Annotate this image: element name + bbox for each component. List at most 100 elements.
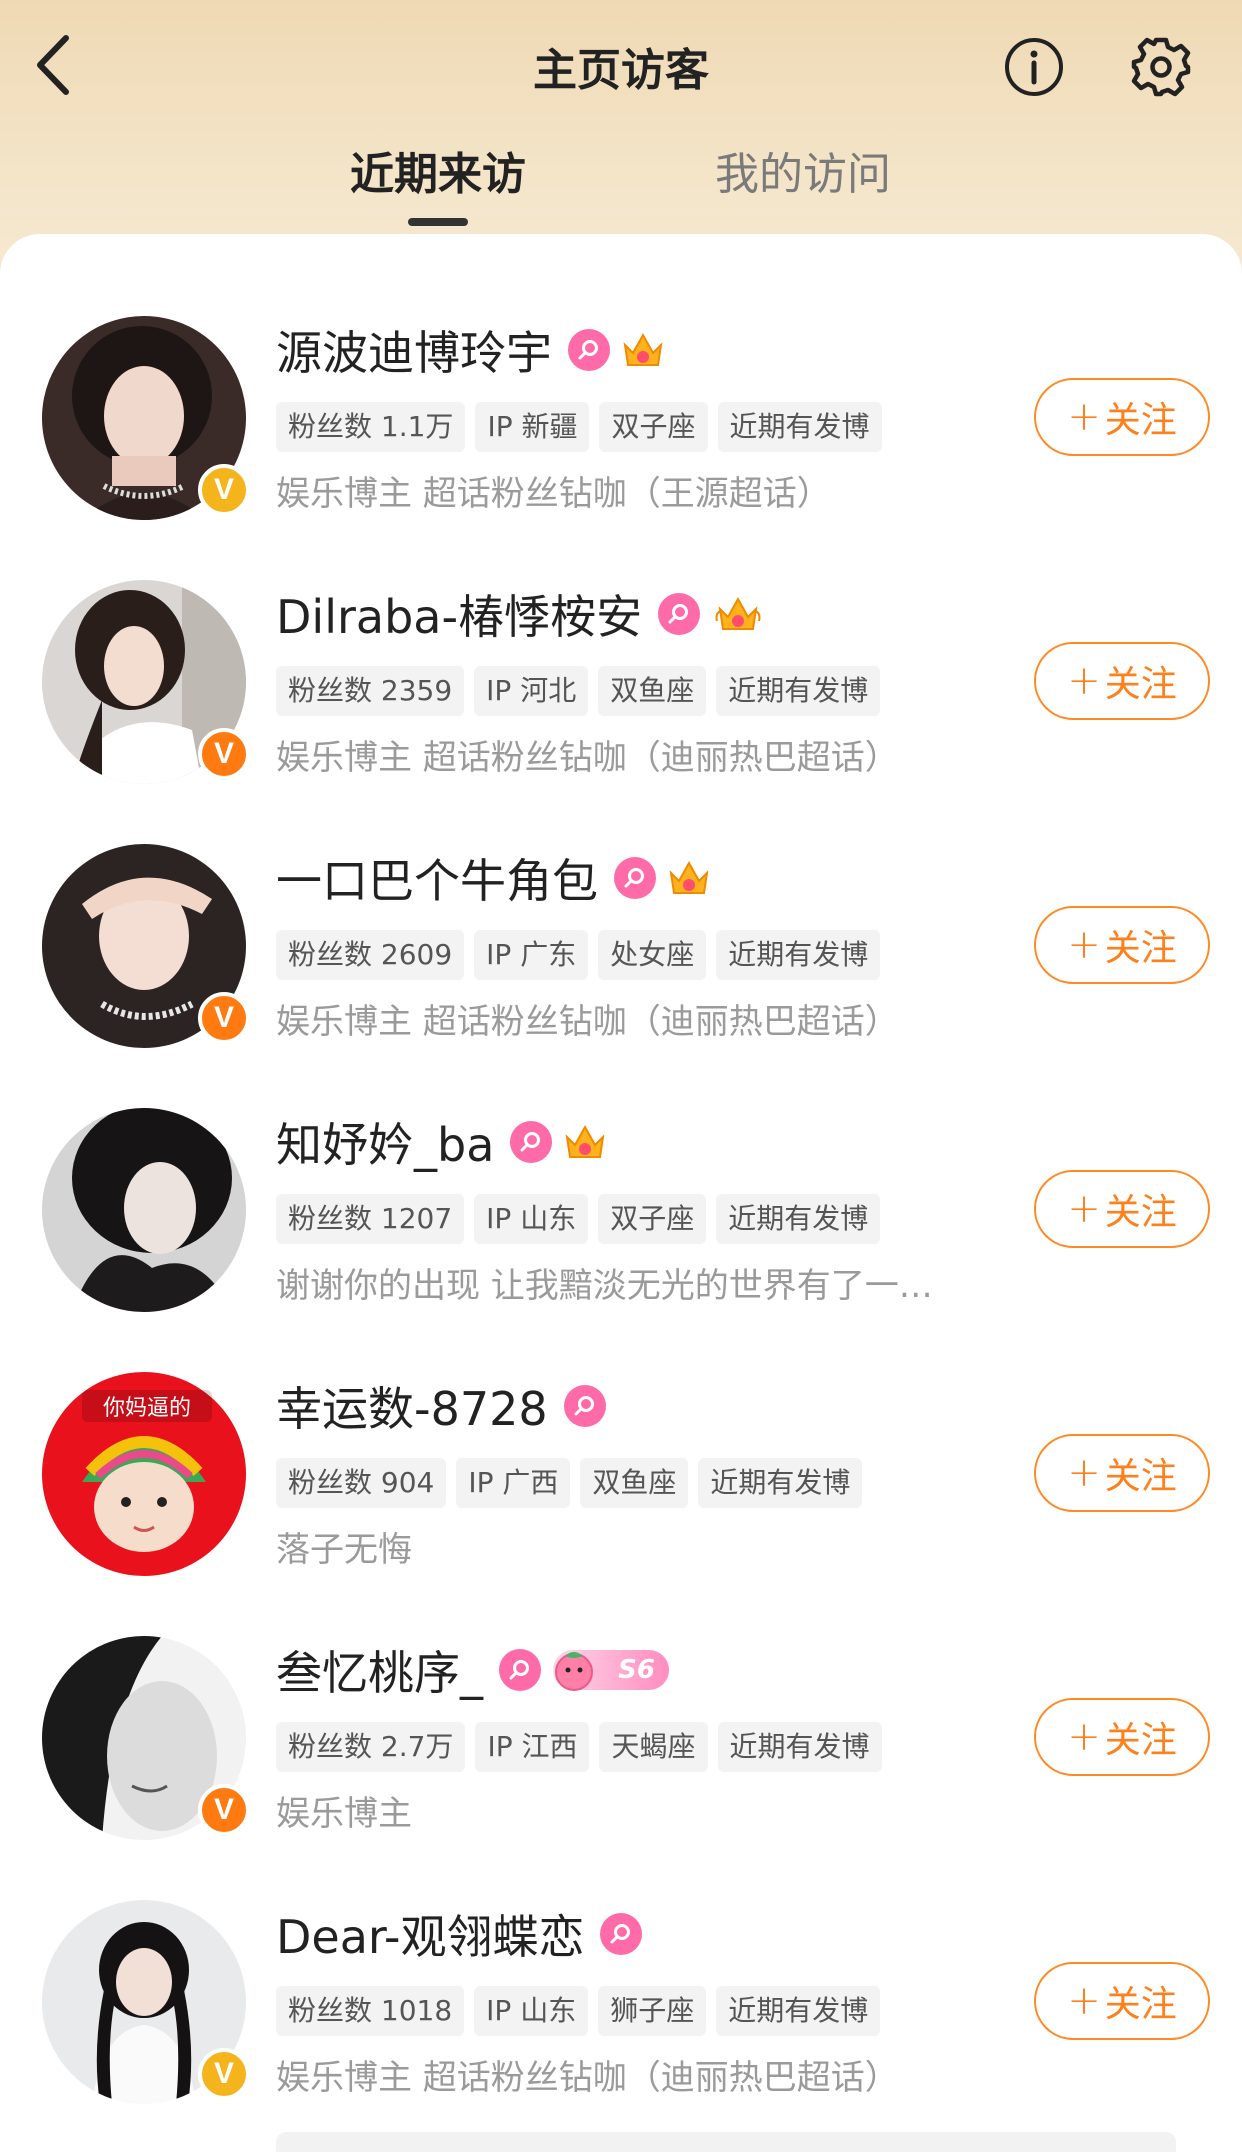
visitor-name[interactable]: 知妤妗_ba <box>276 1109 494 1175</box>
tag-ip: IP 山东 <box>474 1194 589 1244</box>
tag-recent-post: 近期有发博 <box>716 1194 881 1244</box>
level-badge: S6 <box>553 1650 669 1691</box>
female-icon <box>614 857 656 899</box>
tab-my-visits[interactable]: 我的访问 <box>715 138 891 202</box>
crown-icon <box>669 860 709 894</box>
visitor-row[interactable]: V 叁忆桃序_ S6 粉丝数 2.7万 IP 江西 天蝎座 近期有发博 娱乐博主… <box>0 1554 1242 1840</box>
tag-ip: IP 山东 <box>474 1986 589 2036</box>
nav-bar: 主页访客 <box>0 0 1242 130</box>
tag-zodiac: 处女座 <box>598 930 707 980</box>
avatar-container[interactable]: V <box>42 316 250 520</box>
tag-ip: IP 河北 <box>474 666 589 716</box>
avatar-container[interactable]: V <box>42 580 250 784</box>
female-icon <box>510 1121 553 1163</box>
visitor-tags: 粉丝数 1207 IP 山东 双子座 近期有发博 <box>276 1194 890 1244</box>
follow-label: 关注 <box>1104 928 1177 969</box>
visitor-row[interactable]: 你妈逼的 幸运数-8728 粉丝数 904 IP 广西 双鱼座 近期有发博 落子… <box>0 1290 1242 1576</box>
active-tab-indicator <box>408 218 468 226</box>
tag-fans: 粉丝数 904 <box>276 1458 447 1508</box>
verified-badge: V <box>198 2048 250 2100</box>
avatar-container[interactable]: V <box>42 844 250 1048</box>
tag-ip: IP 新疆 <box>475 402 590 452</box>
visitor-name[interactable]: 一口巴个牛角包 <box>276 845 598 911</box>
tag-recent-post: 近期有发博 <box>716 666 881 716</box>
avatar-container[interactable]: V <box>42 1636 250 1840</box>
visitor-list: V 源波迪博玲宇 粉丝数 1.1万 IP 新疆 双子座 近期有发博 娱乐博主 超… <box>0 234 1242 2148</box>
follow-button[interactable]: + 关注 <box>1034 1170 1210 1248</box>
avatar-container[interactable]: V <box>42 1900 250 2104</box>
avatar-container[interactable] <box>42 1108 246 1312</box>
visitor-name[interactable]: Dilraba-椿悸桉安 <box>276 581 642 647</box>
visitor-description: 娱乐博主 超话粉丝钻咖（迪丽热巴超话） <box>276 2058 899 2098</box>
tag-fans: 粉丝数 1018 <box>276 1986 465 2036</box>
tag-zodiac: 双鱼座 <box>580 1458 689 1508</box>
visitor-tags: 粉丝数 2359 IP 河北 双鱼座 近期有发博 <box>276 666 890 716</box>
follow-button[interactable]: + 关注 <box>1034 906 1210 984</box>
tag-fans: 粉丝数 1207 <box>276 1194 465 1244</box>
follow-button[interactable]: + 关注 <box>1034 1698 1210 1776</box>
avatar-container[interactable]: 你妈逼的 <box>42 1372 246 1576</box>
visitor-tags: 粉丝数 2.7万 IP 江西 天蝎座 近期有发博 <box>276 1722 892 1772</box>
plus-icon: + <box>1067 922 1101 968</box>
crown-icon <box>565 1124 605 1158</box>
follow-label: 关注 <box>1104 1984 1177 2025</box>
level-text: S6 <box>618 1655 655 1685</box>
female-icon <box>568 329 610 371</box>
tag-recent-post: 近期有发博 <box>698 1458 863 1508</box>
avatar <box>42 1108 246 1312</box>
visitor-row[interactable]: 知妤妗_ba 粉丝数 1207 IP 山东 双子座 近期有发博 谢谢你的出现 让… <box>0 1026 1242 1312</box>
info-icon[interactable] <box>1003 36 1065 98</box>
visitor-name[interactable]: 叁忆桃序_ <box>276 1637 483 1703</box>
tag-fans: 粉丝数 2.7万 <box>276 1722 466 1772</box>
follow-label: 关注 <box>1104 664 1177 705</box>
settings-gear-icon[interactable] <box>1128 34 1194 100</box>
plus-icon: + <box>1067 658 1101 704</box>
plus-icon: + <box>1067 1978 1101 2024</box>
plus-icon: + <box>1067 1186 1101 1232</box>
visitor-tags: 粉丝数 1.1万 IP 新疆 双子座 近期有发博 <box>276 402 892 452</box>
tag-recent-post: 近期有发博 <box>716 1986 881 2036</box>
visitor-row[interactable]: V Dilraba-椿悸桉安 粉丝数 2359 IP 河北 双鱼座 近期有发博 … <box>0 498 1242 784</box>
female-icon <box>563 1385 606 1427</box>
visitor-tabs: 近期来访 我的访问 <box>0 138 1242 228</box>
crown-icon <box>715 596 761 630</box>
visitor-row[interactable]: V 一口巴个牛角包 粉丝数 2609 IP 广东 处女座 近期有发博 娱乐博主 … <box>0 762 1242 1048</box>
visitor-row[interactable]: V 源波迪博玲宇 粉丝数 1.1万 IP 新疆 双子座 近期有发博 娱乐博主 超… <box>0 234 1242 520</box>
visitor-name[interactable]: Dear-观翎蝶恋 <box>276 1901 584 1967</box>
tag-ip: IP 广东 <box>474 930 589 980</box>
tag-recent-post: 近期有发博 <box>717 1722 882 1772</box>
tag-zodiac: 双鱼座 <box>598 666 707 716</box>
crown-icon <box>623 332 663 366</box>
visitor-name[interactable]: 源波迪博玲宇 <box>276 317 552 383</box>
follow-button[interactable]: + 关注 <box>1034 642 1210 720</box>
plus-icon: + <box>1067 1714 1101 1760</box>
visitor-tags: 粉丝数 904 IP 广西 双鱼座 近期有发博 <box>276 1458 872 1508</box>
female-icon <box>658 593 701 635</box>
avatar-caption: 你妈逼的 <box>82 1390 212 1422</box>
tag-zodiac: 天蝎座 <box>599 1722 708 1772</box>
tag-fans: 粉丝数 1.1万 <box>276 402 466 452</box>
tag-zodiac: 狮子座 <box>598 1986 707 2036</box>
follow-label: 关注 <box>1104 1720 1177 1761</box>
follow-label: 关注 <box>1104 400 1177 441</box>
tag-ip: IP 江西 <box>475 1722 590 1772</box>
follow-label: 关注 <box>1104 1456 1177 1497</box>
visitor-tags: 粉丝数 1018 IP 山东 狮子座 近期有发博 <box>276 1986 890 2036</box>
next-row-edge <box>276 2132 1176 2152</box>
strawberry-icon <box>555 1652 593 1691</box>
follow-button[interactable]: + 关注 <box>1034 1962 1210 2040</box>
visitor-row[interactable]: V Dear-观翎蝶恋 粉丝数 1018 IP 山东 狮子座 近期有发博 娱乐博… <box>0 1818 1242 2104</box>
tag-zodiac: 双子座 <box>599 402 708 452</box>
visitor-name[interactable]: 幸运数-8728 <box>276 1373 548 1439</box>
tag-recent-post: 近期有发博 <box>717 402 882 452</box>
follow-button[interactable]: + 关注 <box>1034 1434 1210 1512</box>
plus-icon: + <box>1067 394 1101 440</box>
visitor-tags: 粉丝数 2609 IP 广东 处女座 近期有发博 <box>276 930 890 980</box>
tag-fans: 粉丝数 2609 <box>276 930 465 980</box>
follow-button[interactable]: + 关注 <box>1034 378 1210 456</box>
tag-ip: IP 广西 <box>456 1458 571 1508</box>
tag-recent-post: 近期有发博 <box>716 930 881 980</box>
female-icon <box>499 1649 541 1691</box>
tab-recent-visitors[interactable]: 近期来访 <box>350 138 526 202</box>
plus-icon: + <box>1067 1450 1101 1496</box>
